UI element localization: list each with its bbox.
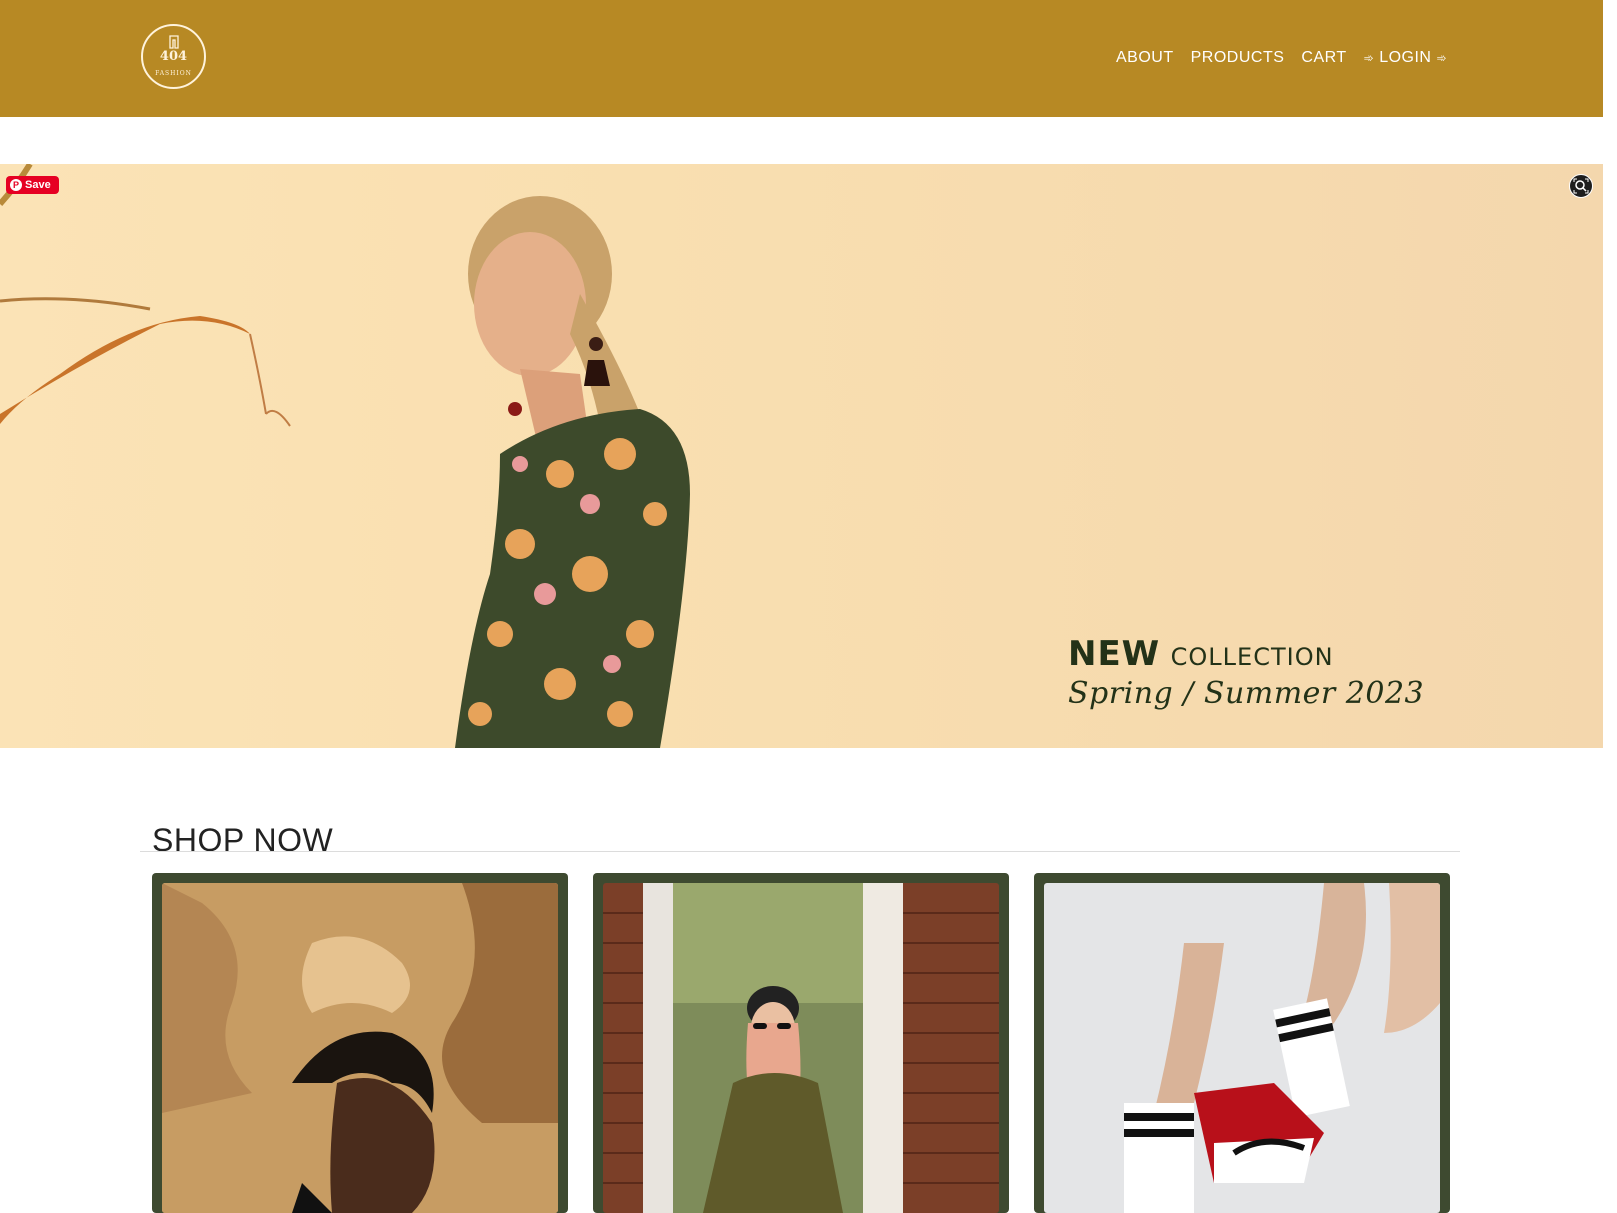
section-divider <box>140 851 1460 852</box>
logo-number: 404 <box>159 49 188 64</box>
brand-logo[interactable]: 404 FASHION <box>141 24 206 89</box>
shop-now-heading: SHOP NOW <box>152 821 334 858</box>
login-arrow-icon: ➾ <box>1436 51 1447 65</box>
pinterest-save-label: Save <box>25 179 51 191</box>
pinterest-icon: P <box>10 179 22 191</box>
product-card[interactable] <box>152 873 568 1213</box>
hero-caption: NEW COLLECTION Spring / Summer 2023 <box>1068 634 1424 711</box>
product-image[interactable] <box>1044 883 1440 1213</box>
woman-in-olive-dress-photo <box>603 883 999 1213</box>
hero-collection-label: COLLECTION <box>1170 643 1334 671</box>
man-with-dreadlocks-photo <box>162 883 558 1213</box>
nav-products[interactable]: PRODUCTS <box>1191 49 1285 67</box>
sneakers-and-socks-photo <box>1044 883 1440 1213</box>
visual-search-icon <box>1573 178 1589 194</box>
shop-bag-icon <box>169 35 179 49</box>
login-arrow-icon: ➾ <box>1363 51 1375 65</box>
nav-cart[interactable]: CART <box>1301 49 1346 67</box>
nav-login[interactable]: ➾ LOGIN ➾ <box>1364 49 1447 67</box>
logo-word: FASHION <box>155 70 192 77</box>
visual-search-button[interactable] <box>1569 174 1593 198</box>
hero-banner: P Save NEW COLLECTION Spring / Summer 20… <box>0 164 1603 748</box>
login-label: LOGIN <box>1379 49 1432 66</box>
main-nav: ABOUT PRODUCTS CART ➾ LOGIN ➾ <box>1116 47 1447 69</box>
hero-new-label: NEW <box>1068 634 1161 674</box>
product-image[interactable] <box>162 883 558 1213</box>
nav-about[interactable]: ABOUT <box>1116 49 1174 67</box>
product-card[interactable] <box>593 873 1009 1213</box>
product-image[interactable] <box>603 883 999 1213</box>
product-card[interactable] <box>1034 873 1450 1213</box>
hero-season: Spring / Summer 2023 <box>1068 676 1425 711</box>
navbar: 404 FASHION ABOUT PRODUCTS CART ➾ LOGIN … <box>0 0 1603 117</box>
pinterest-save-button[interactable]: P Save <box>6 176 59 194</box>
